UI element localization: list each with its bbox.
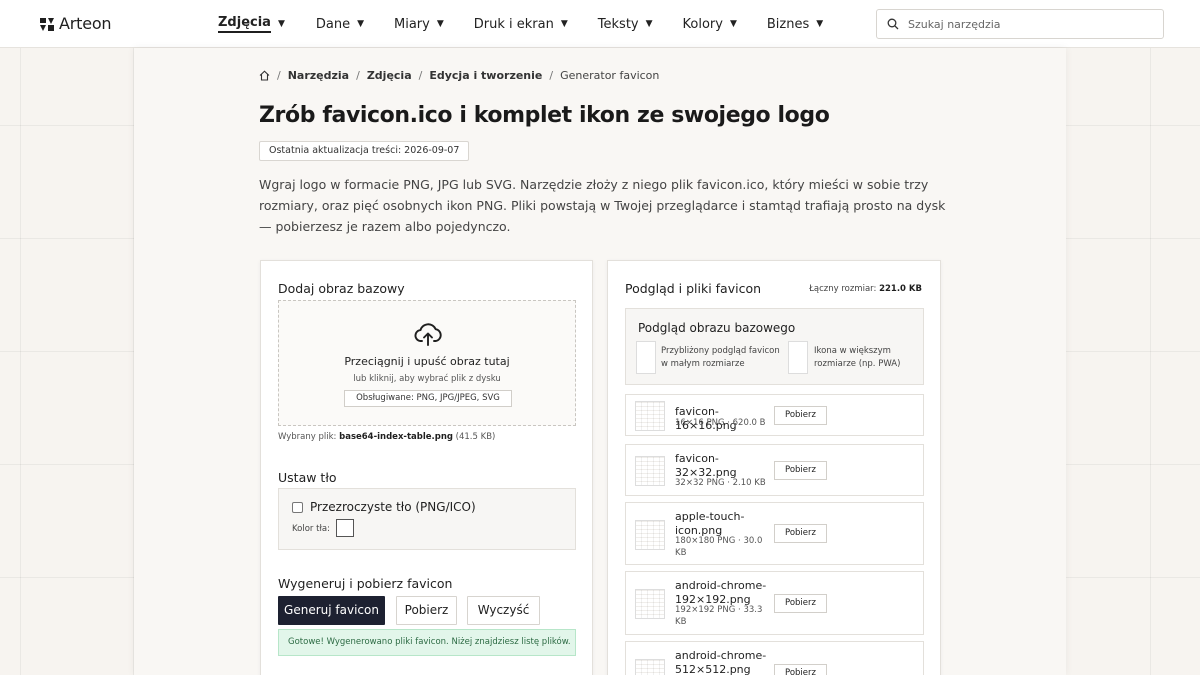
nav-item-dane[interactable]: Dane ▼	[316, 15, 364, 33]
search-placeholder: Szukaj narzędzia	[908, 17, 1001, 31]
breadcrumb-current: Generator favicon	[560, 69, 660, 82]
dropzone-sub-text: lub kliknij, aby wybrać plik z dysku	[353, 374, 501, 384]
breadcrumb-link[interactable]: Zdjęcia	[367, 69, 412, 82]
breadcrumb-link[interactable]: Narzędzia	[288, 69, 349, 82]
nav-item-druk-i-ekran[interactable]: Druk i ekran ▼	[474, 15, 568, 33]
generate-heading: Wygeneruj i pobierz favicon	[278, 576, 453, 591]
nav-item-biznes[interactable]: Biznes ▼	[767, 15, 823, 33]
search-icon	[887, 18, 899, 30]
total-size-value: 221.0 KB	[879, 284, 922, 294]
background-heading: Ustaw tło	[278, 470, 337, 485]
base-preview-title: Podgląd obrazu bazowego	[638, 321, 796, 335]
file-name: favicon-32×32.png	[675, 452, 737, 479]
background-options: Przezroczyste tło (PNG/ICO) Kolor tła:	[278, 488, 576, 550]
download-all-button[interactable]: Pobierz	[396, 596, 457, 625]
small-preview-image	[636, 341, 656, 374]
selected-file-name: base64-index-table.png	[339, 432, 453, 442]
transparent-checkbox[interactable]	[292, 502, 303, 513]
file-row: apple-touch-icon.png 180×180 PNG · 30.0 …	[625, 502, 924, 565]
brand-name: Arteon	[59, 14, 112, 33]
total-size-label: Łączny rozmiar:	[809, 284, 877, 294]
background-color-picker[interactable]	[336, 519, 354, 537]
caret-down-icon: ▼	[645, 19, 653, 29]
selected-file-label: Wybrany plik:	[278, 432, 337, 442]
file-thumbnail	[635, 589, 665, 619]
caret-down-icon: ▼	[560, 19, 568, 29]
caret-down-icon: ▼	[816, 19, 824, 29]
file-row: android-chrome-192×192.png 192×192 PNG ·…	[625, 571, 924, 635]
preview-panel: Podgląd i pliki favicon Łączny rozmiar: …	[607, 260, 941, 675]
nav-item-teksty[interactable]: Teksty ▼	[598, 15, 653, 33]
generate-favicon-button[interactable]: Generuj favicon	[278, 596, 385, 625]
nav-label: Zdjęcia	[218, 15, 271, 33]
preview-heading: Podgląd i pliki favicon	[625, 281, 762, 296]
file-row: android-chrome-512×512.png Pobierz	[625, 641, 924, 675]
main-nav: Zdjęcia ▼ Dane ▼ Miary ▼ Druk i ekran ▼ Teks…	[218, 15, 823, 33]
file-row: favicon-32×32.png 32×32 PNG · 2.10 KB Po…	[625, 444, 924, 496]
dropzone-main-text: Przeciągnij i upuść obraz tutaj	[344, 355, 510, 368]
caret-down-icon: ▼	[729, 19, 737, 29]
arteon-logo-icon	[40, 17, 54, 31]
download-file-button[interactable]: Pobierz	[774, 406, 827, 425]
caret-down-icon: ▼	[357, 19, 365, 29]
file-thumbnail	[635, 659, 665, 675]
top-navbar: Arteon Zdjęcia ▼ Dane ▼ Miary ▼ Druk i ekra…	[0, 0, 1200, 48]
breadcrumb-link[interactable]: Edycja i tworzenie	[429, 69, 542, 82]
nav-label: Biznes	[766, 16, 810, 32]
breadcrumb: / Narzędzia / Zdjęcia / Edycja i tworzen…	[259, 69, 659, 82]
page-title: Zrób favicon.ico i komplet ikon ze swoje…	[259, 103, 830, 128]
file-meta: 192×192 PNG · 33.3 KB	[675, 605, 763, 627]
nav-label: Miary	[394, 16, 430, 32]
file-row: favicon-16×16.png 16×16 PNG · 620.0 B Po…	[625, 394, 924, 436]
dropzone[interactable]: Przeciągnij i upuść obraz tutaj lub klik…	[278, 300, 576, 426]
file-name: android-chrome-512×512.png	[675, 649, 767, 675]
file-thumbnail	[635, 520, 665, 550]
download-file-button[interactable]: Pobierz	[774, 594, 827, 613]
success-message: Gotowe! Wygenerowano pliki favicon. Niże…	[278, 629, 576, 656]
nav-item-zdjecia[interactable]: Zdjęcia ▼	[218, 15, 285, 33]
transparent-checkbox-label[interactable]: Przezroczyste tło (PNG/ICO)	[310, 500, 476, 514]
supported-formats-badge: Obsługiwane: PNG, JPG/JPEG, SVG	[344, 390, 512, 407]
file-thumbnail	[635, 456, 665, 486]
file-meta: 180×180 PNG · 30.0 KB	[675, 536, 763, 558]
breadcrumb-separator: /	[418, 69, 423, 82]
file-name: android-chrome-192×192.png	[675, 579, 767, 606]
total-size: Łączny rozmiar: 221.0 KB	[809, 284, 922, 294]
download-file-button[interactable]: Pobierz	[774, 524, 827, 543]
file-name: apple-touch-icon.png	[675, 510, 745, 537]
breadcrumb-separator: /	[277, 69, 281, 82]
selected-file-size: (41.5 KB)	[455, 432, 496, 442]
upload-heading: Dodaj obraz bazowy	[278, 281, 405, 296]
nav-label: Teksty	[597, 16, 639, 32]
caret-down-icon: ▼	[277, 19, 285, 29]
large-preview-image	[788, 341, 808, 374]
breadcrumb-separator: /	[356, 69, 360, 82]
nav-label: Kolory	[682, 16, 723, 32]
base-image-preview: Podgląd obrazu bazowego Przybliżony podg…	[625, 308, 924, 385]
nav-label: Dane	[315, 16, 351, 32]
home-icon[interactable]	[259, 70, 270, 81]
small-preview-description: Przybliżony podgląd favicon w małym rozm…	[661, 346, 780, 369]
download-file-button[interactable]: Pobierz	[774, 664, 827, 675]
selected-file-info: Wybrany plik: base64-index-table.png (41…	[278, 432, 495, 442]
updated-badge: Ostatnia aktualizacja treści: 2026-09-07	[259, 141, 470, 161]
intro-text: Wgraj logo w formacie PNG, JPG lub SVG. …	[259, 177, 946, 234]
large-preview-description: Ikona w większym rozmiarze (np. PWA)	[814, 346, 901, 369]
cloud-upload-icon	[414, 323, 442, 346]
breadcrumb-separator: /	[549, 69, 554, 82]
file-meta: 32×32 PNG · 2.10 KB	[675, 478, 766, 488]
nav-item-kolory[interactable]: Kolory ▼	[683, 15, 737, 33]
file-meta: 16×16 PNG · 620.0 B	[675, 418, 766, 428]
caret-down-icon: ▼	[436, 19, 444, 29]
download-file-button[interactable]: Pobierz	[774, 461, 827, 480]
upload-panel: Dodaj obraz bazowy Przeciągnij i upuść o…	[260, 260, 593, 675]
nav-item-miary[interactable]: Miary ▼	[394, 15, 444, 33]
clear-button[interactable]: Wyczyść	[467, 596, 540, 625]
brand-logo[interactable]: Arteon	[39, 14, 112, 33]
nav-label: Druk i ekran	[473, 16, 554, 32]
file-thumbnail	[635, 401, 665, 431]
search-input[interactable]: Szukaj narzędzia	[876, 9, 1164, 39]
background-color-label: Kolor tła:	[292, 524, 330, 534]
